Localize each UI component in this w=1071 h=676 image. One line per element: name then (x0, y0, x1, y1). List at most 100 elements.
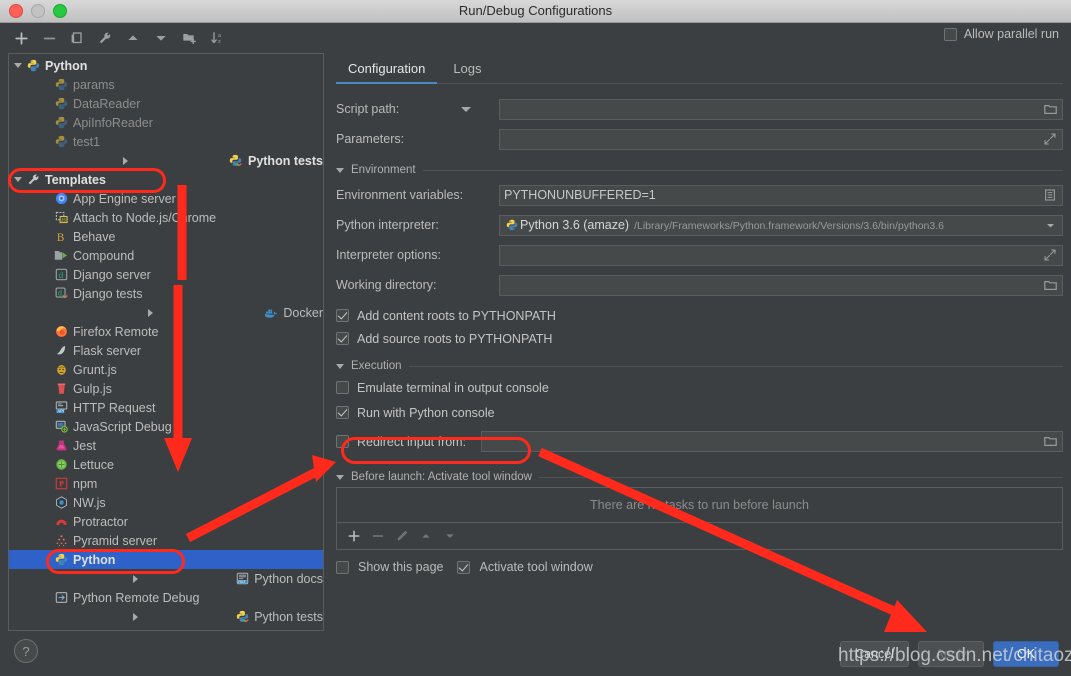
tree-item-flask-server[interactable]: Flask server (9, 341, 323, 360)
http-request-icon: API (53, 401, 69, 415)
tree-item-javascript-debug[interactable]: JavaScript Debug (9, 417, 323, 436)
chevron-right-icon[interactable] (11, 156, 228, 165)
tree-item-python-tests[interactable]: Python tests (9, 151, 323, 170)
help-icon[interactable]: ? (14, 639, 38, 663)
python-interpreter-dropdown[interactable]: Python 3.6 (amaze) /Library/Frameworks/Py… (499, 214, 1063, 236)
move-task-down-icon[interactable] (441, 527, 459, 545)
tree-item-python-tests[interactable]: Python tests (9, 607, 323, 626)
tree-item-label: Python (45, 58, 88, 73)
tree-item-python[interactable]: Python (9, 550, 323, 569)
tree-item-http-request[interactable]: API HTTP Request (9, 398, 323, 417)
chevron-down-icon[interactable] (336, 363, 344, 369)
chevron-down-icon[interactable] (1042, 220, 1058, 231)
run-with-python-console-checkbox[interactable] (336, 406, 349, 419)
chevron-right-icon[interactable] (25, 308, 263, 317)
expand-icon[interactable] (1042, 133, 1058, 145)
tree-item-docker[interactable]: Docker (9, 303, 323, 322)
chevron-right-icon[interactable] (25, 574, 234, 583)
svg-text:B: B (56, 232, 63, 243)
chevron-down-icon[interactable] (11, 177, 25, 182)
script-path-input[interactable] (499, 98, 1063, 120)
chevron-down-icon[interactable] (11, 63, 25, 68)
tree-item-python[interactable]: Python (9, 56, 323, 75)
tree-item-python-remote-debug[interactable]: Python Remote Debug (9, 588, 323, 607)
before-launch-section-header[interactable]: Before launch: Activate tool window (336, 471, 1063, 483)
interpreter-options-input[interactable] (499, 244, 1063, 266)
python-icon (53, 553, 69, 567)
tree-item-label: Templates (45, 172, 106, 187)
tab-logs[interactable]: Logs (441, 58, 493, 83)
run-with-python-console-row[interactable]: Run with Python console (336, 401, 1063, 424)
move-up-icon[interactable] (120, 26, 146, 50)
redirect-input-field[interactable] (481, 431, 1063, 452)
environment-section-header[interactable]: Environment (336, 164, 1063, 176)
tree-item-protractor[interactable]: Protractor (9, 512, 323, 531)
protractor-icon (53, 515, 69, 529)
tree-item-lettuce[interactable]: Lettuce (9, 455, 323, 474)
execution-section-header[interactable]: Execution (336, 360, 1063, 372)
tree-item-datareader[interactable]: DataReader (9, 94, 323, 113)
working-directory-input[interactable] (499, 274, 1063, 296)
tree-item-attach-to-node-js-chrome[interactable]: JS Attach to Node.js/Chrome (9, 208, 323, 227)
add-content-roots-row[interactable]: Add content roots to PYTHONPATH (336, 304, 1063, 327)
tree-item-behave[interactable]: B Behave (9, 227, 323, 246)
chevron-right-icon[interactable] (25, 612, 234, 621)
list-icon[interactable] (1042, 189, 1058, 201)
folder-icon[interactable] (1042, 436, 1058, 447)
chevron-down-icon[interactable] (336, 474, 344, 480)
tree-item-django-tests[interactable]: d Django tests (9, 284, 323, 303)
allow-parallel-run-checkbox[interactable] (943, 27, 957, 41)
tree-item-templates[interactable]: Templates (9, 170, 323, 189)
tree-item-python-docs[interactable]: RST Python docs (9, 569, 323, 588)
sort-alphabetically-icon[interactable]: a z (204, 26, 230, 50)
tree-item-npm[interactable]: npm (9, 474, 323, 493)
chevron-down-icon[interactable] (336, 167, 344, 173)
emulate-terminal-row[interactable]: Emulate terminal in output console (336, 376, 1063, 399)
new-folder-icon[interactable] (176, 26, 202, 50)
activate-tool-window-checkbox[interactable] (457, 560, 471, 574)
add-source-roots-checkbox[interactable] (336, 332, 349, 345)
allow-parallel-run-row[interactable]: Allow parallel run (943, 27, 1059, 41)
environment-variables-input[interactable]: PYTHONUNBUFFERED=1 (499, 184, 1063, 206)
tree-item-nw-js[interactable]: NW.js (9, 493, 323, 512)
tree-item-params[interactable]: params (9, 75, 323, 94)
move-down-icon[interactable] (148, 26, 174, 50)
copy-icon[interactable] (64, 26, 90, 50)
expand-icon[interactable] (1042, 249, 1058, 261)
tree-item-django-server[interactable]: d Django server (9, 265, 323, 284)
configurations-tree-panel[interactable]: Python params DataReader ApiInfoReader test1… (8, 53, 324, 631)
emulate-terminal-checkbox[interactable] (336, 381, 349, 394)
remove-icon[interactable] (36, 26, 62, 50)
tree-item-app-engine-server[interactable]: App Engine server (9, 189, 323, 208)
tree-item-jest[interactable]: Jest (9, 436, 323, 455)
add-icon[interactable] (8, 26, 34, 50)
add-source-roots-row[interactable]: Add source roots to PYTHONPATH (336, 327, 1063, 350)
emulate-terminal-label: Emulate terminal in output console (357, 380, 549, 395)
add-content-roots-checkbox[interactable] (336, 309, 349, 322)
tree-item-label: Python docs (254, 571, 323, 586)
redirect-input-checkbox[interactable] (336, 435, 349, 448)
folder-icon[interactable] (1042, 280, 1058, 291)
tab-configuration[interactable]: Configuration (336, 58, 438, 84)
tree-item-apiinforeader[interactable]: ApiInfoReader (9, 113, 323, 132)
move-task-up-icon[interactable] (417, 527, 435, 545)
python-file-icon (53, 97, 69, 111)
tree-item-test1[interactable]: test1 (9, 132, 323, 151)
tree-item-compound[interactable]: Compound (9, 246, 323, 265)
script-path-label-wrap[interactable]: Script path: (336, 102, 499, 116)
configurations-tree[interactable]: Python params DataReader ApiInfoReader test1… (9, 54, 323, 626)
working-directory-label: Working directory: (336, 278, 437, 292)
parameters-input[interactable] (499, 128, 1063, 150)
edit-templates-icon[interactable] (92, 26, 118, 50)
remove-task-icon[interactable] (369, 527, 387, 545)
chevron-down-icon[interactable] (461, 107, 471, 112)
nodejs-attach-icon: JS (53, 211, 69, 225)
show-this-page-checkbox[interactable] (336, 560, 349, 574)
tree-item-gulp-js[interactable]: Gulp.js (9, 379, 323, 398)
folder-icon[interactable] (1042, 104, 1058, 115)
add-task-icon[interactable] (345, 527, 363, 545)
tree-item-pyramid-server[interactable]: Pyramid server (9, 531, 323, 550)
tree-item-firefox-remote[interactable]: Firefox Remote (9, 322, 323, 341)
edit-task-icon[interactable] (393, 527, 411, 545)
tree-item-grunt-js[interactable]: Grunt.js (9, 360, 323, 379)
